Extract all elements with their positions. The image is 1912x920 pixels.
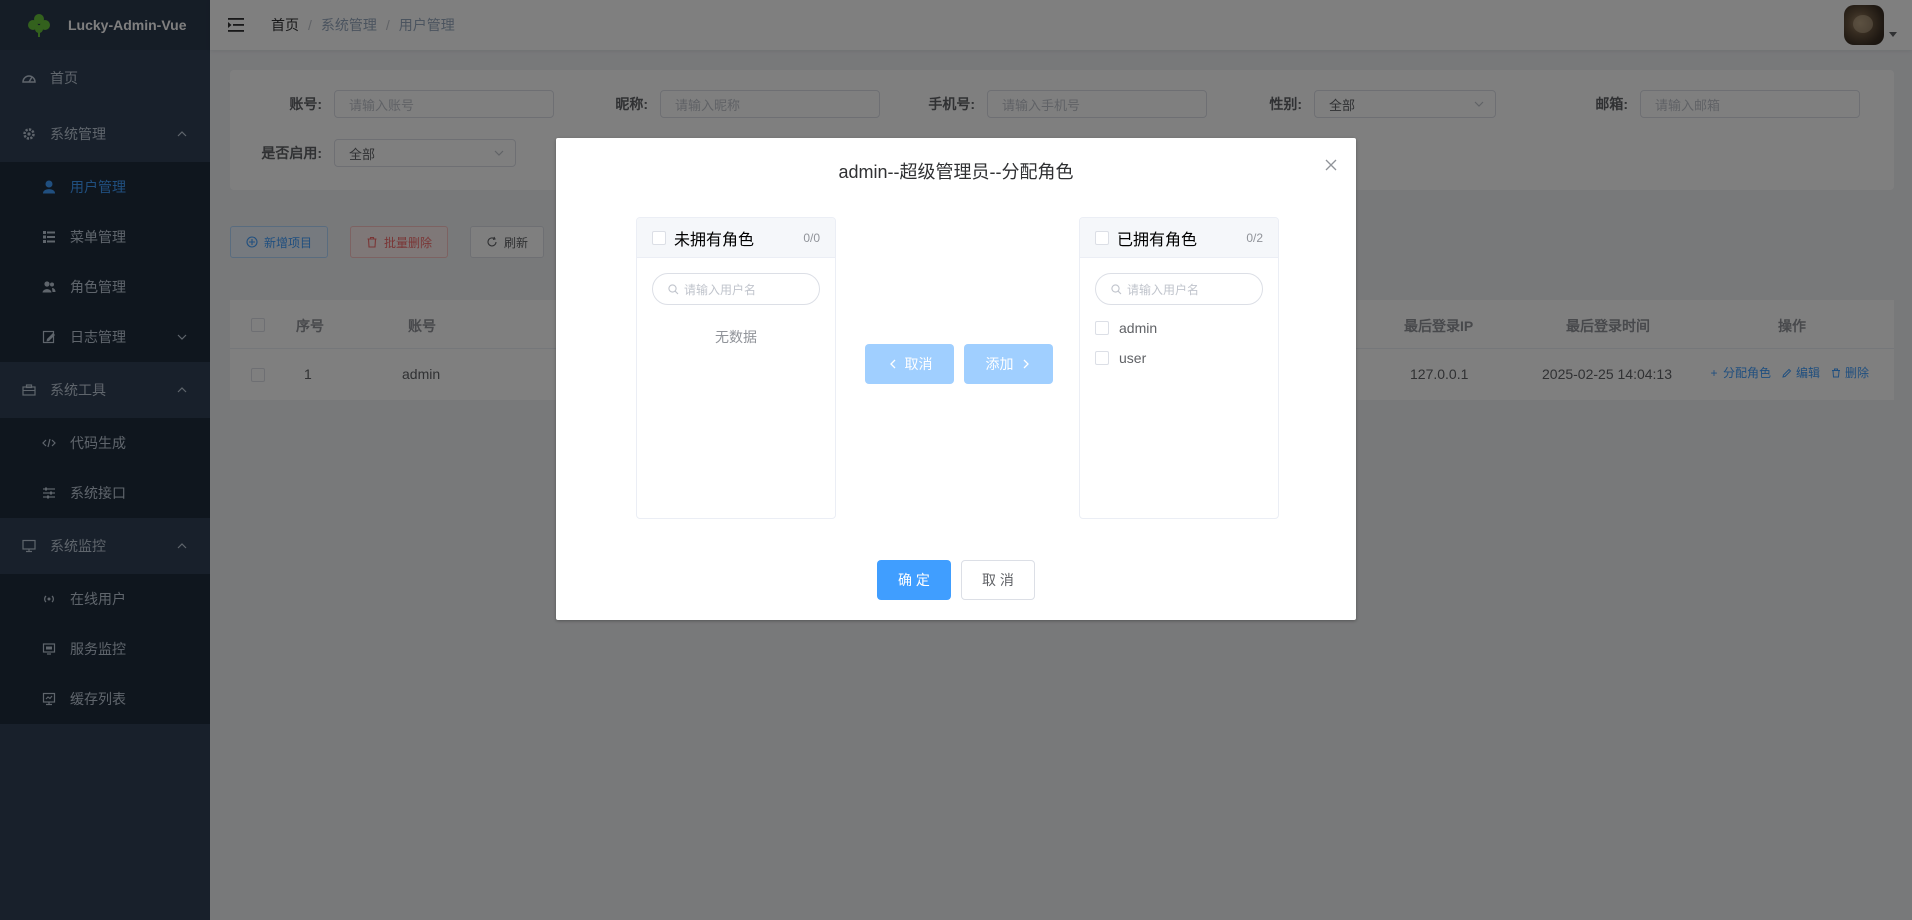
panel-title: 已拥有角色 <box>1117 231 1198 249</box>
panel-header: 未拥有角色 0/0 <box>637 218 835 258</box>
chevron-left-icon <box>887 358 899 370</box>
panel-header: 已拥有角色 0/2 <box>1080 218 1278 258</box>
move-right-button[interactable]: 添加 <box>964 344 1053 384</box>
panel-select-all-checkbox[interactable] <box>1095 230 1109 245</box>
confirm-button[interactable]: 确 定 <box>877 560 951 600</box>
transfer-item-label: user <box>1119 350 1147 366</box>
move-right-label: 添加 <box>985 356 1014 372</box>
cancel-button[interactable]: 取 消 <box>961 560 1035 600</box>
item-checkbox[interactable] <box>1095 351 1109 365</box>
panel-title: 未拥有角色 <box>674 231 755 249</box>
panel-select-all-checkbox[interactable] <box>652 230 666 245</box>
chevron-right-icon <box>1020 358 1032 370</box>
transfer-item-user[interactable]: user <box>1080 343 1278 373</box>
panel-search-input[interactable]: 请输入用户名 <box>652 273 820 305</box>
panel-count: 0/0 <box>803 230 820 245</box>
panel-search-placeholder: 请输入用户名 <box>684 282 757 297</box>
move-left-button[interactable]: 取消 <box>865 344 954 384</box>
transfer-panel-assigned: 已拥有角色 0/2 请输入用户名 admin user <box>1079 217 1279 519</box>
transfer-list: admin user <box>1080 313 1278 373</box>
panel-count: 0/2 <box>1246 230 1263 245</box>
panel-search-input[interactable]: 请输入用户名 <box>1095 273 1263 305</box>
panel-search-placeholder: 请输入用户名 <box>1127 282 1200 297</box>
transfer-item-label: admin <box>1119 320 1158 336</box>
transfer-item-admin[interactable]: admin <box>1080 313 1278 343</box>
dialog-title: admin--超级管理员--分配角色 <box>838 162 1074 182</box>
assign-role-dialog: admin--超级管理员--分配角色 未拥有角色 0/0 请输入用户名 无数据 … <box>556 138 1356 620</box>
item-checkbox[interactable] <box>1095 321 1109 335</box>
search-icon <box>667 283 679 295</box>
dialog-footer: 确 定 取 消 <box>556 560 1356 600</box>
transfer-buttons: 取消 添加 <box>865 344 1063 384</box>
close-icon[interactable] <box>1324 158 1338 172</box>
transfer-panel-unassigned: 未拥有角色 0/0 请输入用户名 无数据 <box>636 217 836 519</box>
search-icon <box>1110 283 1122 295</box>
move-left-label: 取消 <box>904 356 933 372</box>
panel-empty-text: 无数据 <box>715 329 757 345</box>
